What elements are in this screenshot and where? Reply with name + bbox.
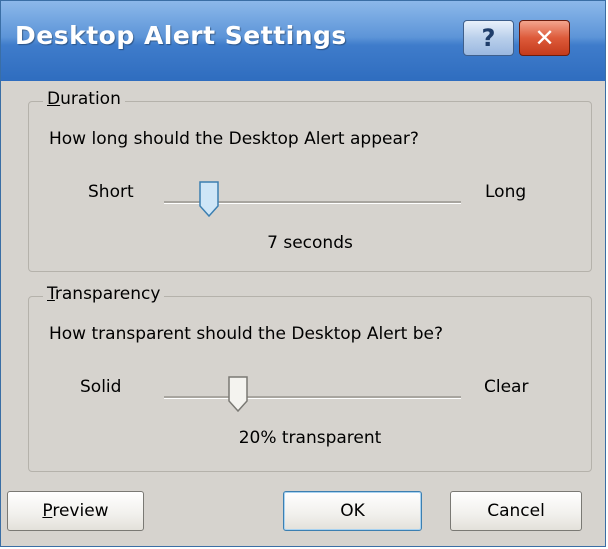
duration-legend-mnemonic: D xyxy=(47,89,61,109)
duration-max-label: Long xyxy=(485,182,527,202)
duration-min-label: Short xyxy=(88,182,134,202)
duration-legend: Duration xyxy=(43,89,125,109)
ok-button[interactable]: OK xyxy=(283,491,422,531)
duration-value: 7 seconds xyxy=(267,233,353,253)
ok-button-label: OK xyxy=(340,501,365,521)
transparency-legend: Transparency xyxy=(43,284,165,304)
preview-button[interactable]: Preview xyxy=(7,491,144,531)
transparency-legend-mnemonic: T xyxy=(47,284,55,304)
duration-slider-thumb[interactable] xyxy=(198,180,220,218)
transparency-group: Transparency How transparent should the … xyxy=(28,284,592,472)
cancel-button[interactable]: Cancel xyxy=(450,491,582,531)
duration-question: How long should the Desktop Alert appear… xyxy=(49,129,419,149)
transparency-legend-text: ransparency xyxy=(54,284,161,304)
preview-mnemonic: P xyxy=(42,501,53,521)
transparency-question: How transparent should the Desktop Alert… xyxy=(49,324,444,344)
preview-label-text: review xyxy=(52,501,109,521)
close-button[interactable]: ✕ xyxy=(519,20,570,56)
help-button[interactable]: ? xyxy=(463,20,514,56)
dialog-window: Desktop Alert Settings ? ✕ Duration How … xyxy=(0,0,606,547)
transparency-value: 20% transparent xyxy=(238,428,382,448)
transparency-min-label: Solid xyxy=(80,377,122,397)
duration-legend-text: uration xyxy=(60,89,121,109)
transparency-slider-thumb[interactable] xyxy=(227,375,249,413)
cancel-button-label: Cancel xyxy=(487,501,545,521)
transparency-max-label: Clear xyxy=(484,377,529,397)
transparency-slider-track[interactable] xyxy=(164,396,461,399)
preview-button-label: Preview xyxy=(42,501,108,521)
window-title: Desktop Alert Settings xyxy=(15,21,347,50)
close-icon: ✕ xyxy=(534,24,555,52)
duration-group: Duration How long should the Desktop Ale… xyxy=(28,89,592,272)
title-bar[interactable]: Desktop Alert Settings ? ✕ xyxy=(1,1,605,81)
help-icon: ? xyxy=(481,24,496,52)
